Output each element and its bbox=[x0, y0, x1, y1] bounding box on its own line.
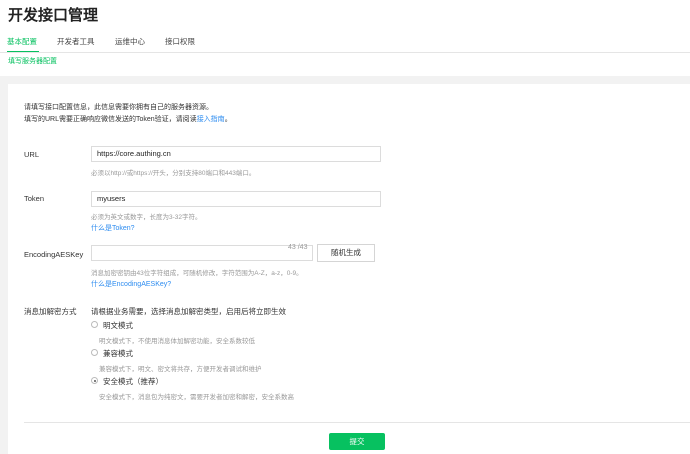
url-label: URL bbox=[24, 150, 40, 159]
radio-label: 明文模式 bbox=[103, 321, 133, 330]
token-label: Token bbox=[24, 194, 45, 203]
compatible-mode-help: 兼容模式下，明文、密文将共存，方便开发者调试和维护 bbox=[99, 366, 262, 373]
encryption-mode-label: 消息加解密方式 bbox=[24, 307, 77, 316]
header: 开发接口管理 基本配置 开发者工具 运维中心 接口权限 填写服务器配置 bbox=[0, 0, 690, 76]
radio-label: 安全模式（推荐） bbox=[103, 377, 163, 386]
aes-key-input[interactable] bbox=[91, 245, 313, 261]
aes-key-label: EncodingAESKey bbox=[24, 250, 84, 259]
token-input[interactable]: myusers bbox=[91, 191, 381, 207]
radio-icon bbox=[91, 321, 98, 328]
token-help: 必须为英文或数字，长度为3-32字符。 bbox=[91, 214, 202, 221]
url-input[interactable]: https://core.authing.cn bbox=[91, 146, 381, 162]
subnav-server-config[interactable]: 填写服务器配置 bbox=[8, 56, 57, 66]
divider bbox=[24, 422, 690, 423]
url-help: 必须以http://或https://开头，分别支持80端口和443端口。 bbox=[91, 170, 256, 177]
plaintext-mode-help: 明文模式下，不使用消息体加解密功能，安全系数较低 bbox=[99, 338, 255, 345]
random-generate-button[interactable]: 随机生成 bbox=[317, 244, 375, 262]
page-title: 开发接口管理 bbox=[8, 7, 99, 24]
tab-api-permissions[interactable]: 接口权限 bbox=[165, 36, 195, 47]
divider bbox=[0, 52, 690, 53]
what-is-aes-key-link[interactable]: 什么是EncodingAESKey? bbox=[91, 279, 171, 289]
radio-checked-icon bbox=[91, 377, 98, 384]
radio-label: 兼容模式 bbox=[103, 349, 133, 358]
tab-ops-center[interactable]: 运维中心 bbox=[115, 36, 145, 47]
encryption-mode-description: 请根据业务需要，选择消息加解密类型，启用后将立即生效 bbox=[91, 307, 286, 316]
radio-icon bbox=[91, 349, 98, 356]
intro-text: 请填写接口配置信息，此信息需要你拥有自己的服务器资源。 填写的URL需要正确响应… bbox=[24, 102, 232, 126]
tab-basic-config[interactable]: 基本配置 bbox=[7, 36, 37, 47]
access-guide-link[interactable]: 接入指南 bbox=[197, 116, 225, 123]
what-is-token-link[interactable]: 什么是Token? bbox=[91, 223, 135, 233]
aes-key-char-count: 43 /43 bbox=[288, 244, 308, 251]
secure-mode-help: 安全模式下，消息包为纯密文，需要开发者加密和解密，安全系数高 bbox=[99, 394, 294, 401]
config-panel: 请填写接口配置信息，此信息需要你拥有自己的服务器资源。 填写的URL需要正确响应… bbox=[8, 84, 690, 454]
submit-button[interactable]: 提交 bbox=[329, 433, 385, 450]
intro-line-1: 请填写接口配置信息，此信息需要你拥有自己的服务器资源。 bbox=[24, 104, 213, 111]
intro-line-2: 填写的URL需要正确响应微信发送的Token验证，请阅读接入指南。 bbox=[24, 116, 232, 123]
tab-developer-tools[interactable]: 开发者工具 bbox=[57, 36, 95, 47]
aes-key-help: 消息加密密钥由43位字符组成，可随机修改，字符范围为A-Z，a-z，0-9。 bbox=[91, 270, 303, 277]
